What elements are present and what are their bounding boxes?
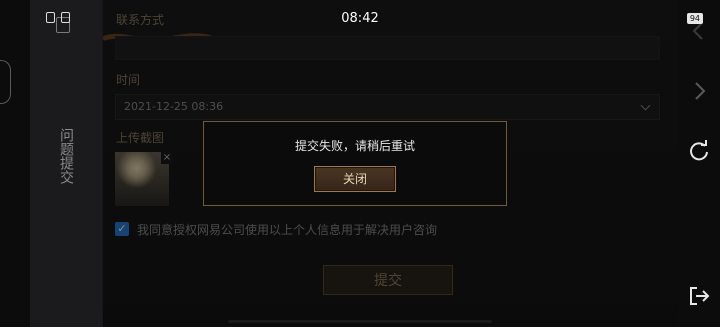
battery-icon: 94: [686, 13, 703, 24]
status-time: 08:42: [341, 11, 379, 26]
error-dialog: 提交失败，请稍后重试 关闭: [203, 121, 507, 206]
error-message: 提交失败，请稍后重试: [294, 139, 415, 153]
status-bar: 08:42 94: [0, 0, 720, 38]
forward-chevron-icon[interactable]: [688, 80, 710, 102]
left-sidebar: 问题提交: [30, 0, 102, 327]
close-button[interactable]: 关闭: [314, 166, 396, 192]
page-title-vertical: 问题提交: [58, 128, 74, 184]
exit-icon[interactable]: [688, 285, 710, 307]
refresh-icon[interactable]: [688, 140, 710, 162]
side-handle[interactable]: [0, 60, 11, 104]
right-rail: [678, 0, 720, 327]
